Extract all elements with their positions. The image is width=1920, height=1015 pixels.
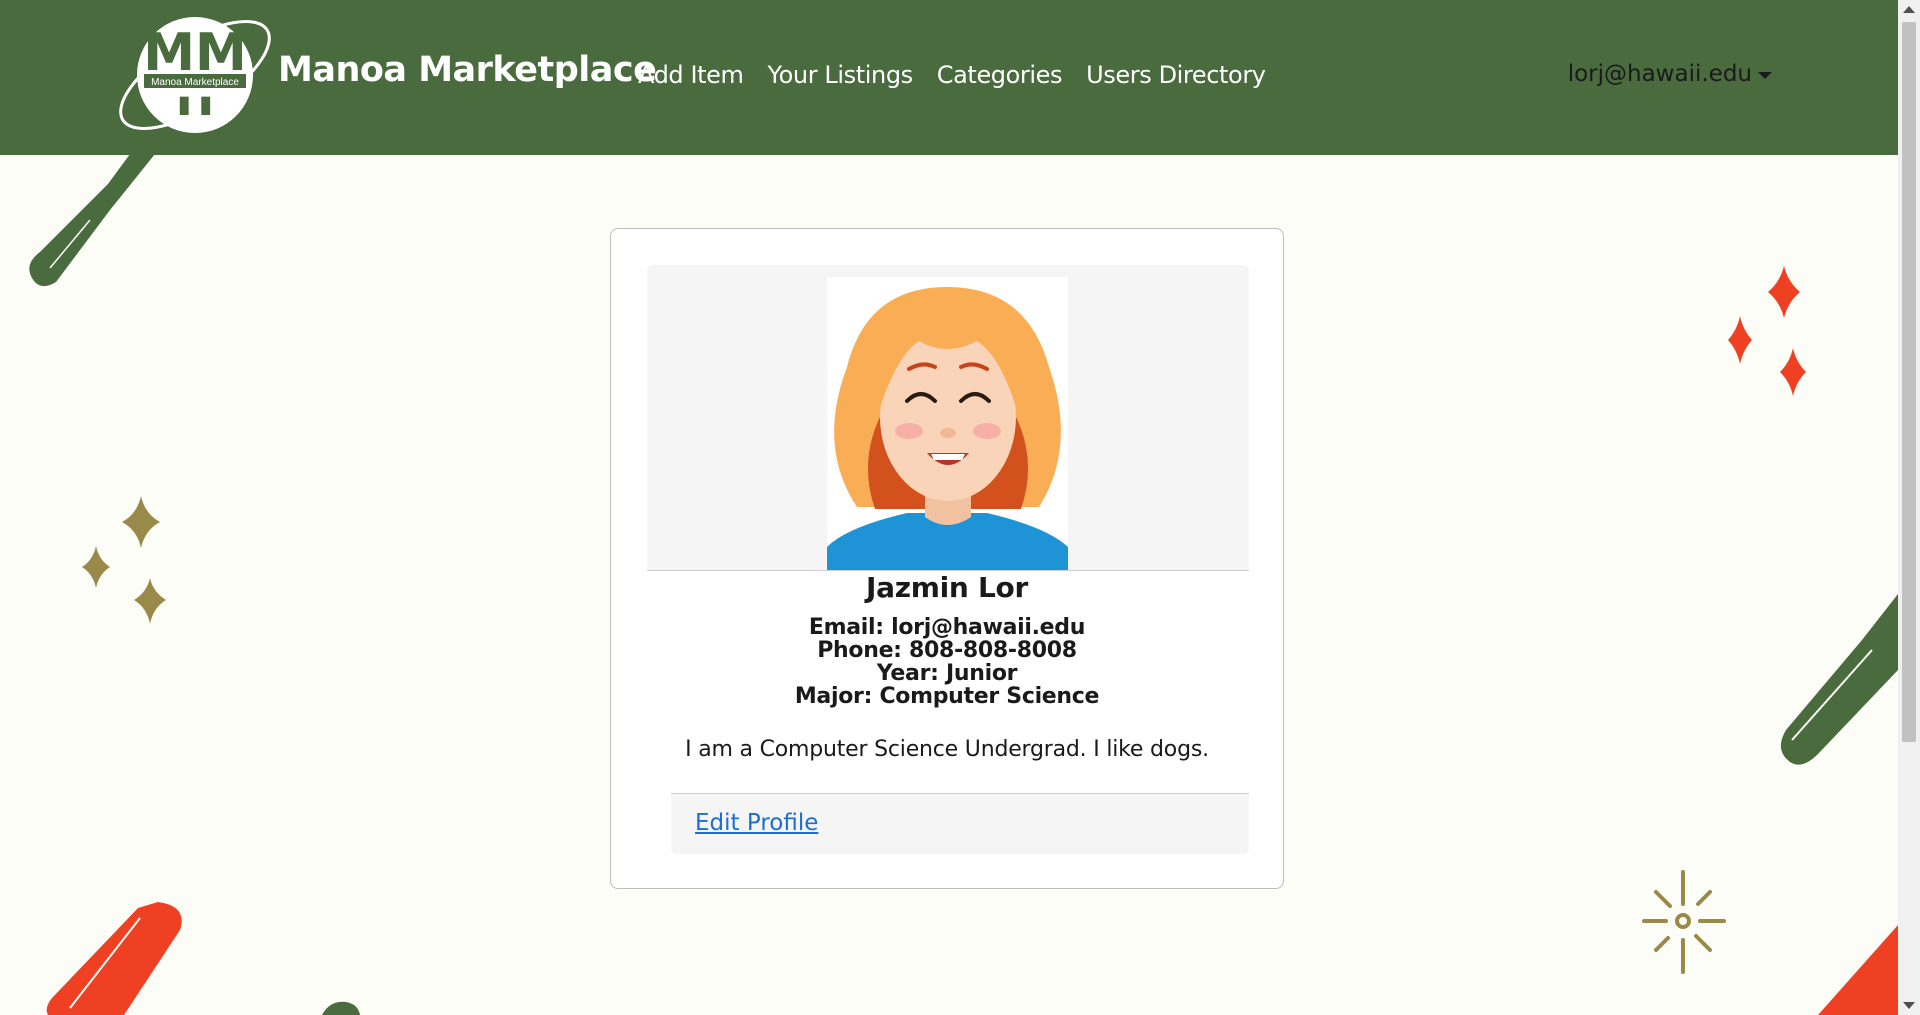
scroll-down-arrow-icon[interactable] [1903, 1002, 1915, 1009]
profile-name: Jazmin Lor [866, 571, 1028, 604]
brush-stroke-green-decoration [29, 154, 155, 287]
nav-categories[interactable]: Categories [937, 61, 1063, 89]
scrollbar-thumb[interactable] [1902, 22, 1916, 742]
scroll-up-arrow-icon[interactable] [1903, 6, 1915, 13]
profile-image-container [647, 265, 1249, 571]
user-email: lorj@hawaii.edu [1567, 61, 1752, 87]
sun-doodle-olive-decoration [1642, 870, 1726, 974]
profile-major: Major: Computer Science [794, 684, 1100, 709]
svg-text:▮ ▮: ▮ ▮ [178, 90, 213, 118]
sparkle-red-decoration [1728, 266, 1806, 396]
sparkle-olive-decoration [82, 496, 166, 624]
profile-year: Year: Junior [876, 661, 1018, 686]
card-footer: Edit Profile [671, 793, 1249, 854]
user-dropdown[interactable]: lorj@hawaii.edu [1568, 61, 1772, 87]
brush-stroke-green-bottom-decoration [322, 1001, 360, 1015]
nav-add-item[interactable]: Add Item [638, 61, 744, 89]
brush-stroke-green-right-decoration [1780, 594, 1898, 765]
profile-phone: Phone: 808-808-8008 [817, 638, 1077, 663]
edit-profile-link[interactable]: Edit Profile [695, 810, 818, 836]
manoa-marketplace-logo[interactable]: MM Manoa Marketplace ▮ ▮ [110, 14, 280, 136]
profile-bio: I am a Computer Science Undergrad. I lik… [685, 737, 1209, 762]
nav-your-listings[interactable]: Your Listings [768, 61, 914, 89]
profile-avatar [827, 277, 1068, 570]
navbar: MM Manoa Marketplace ▮ ▮ Manoa Marketpla… [0, 0, 1898, 155]
svg-text:Manoa Marketplace: Manoa Marketplace [151, 77, 239, 88]
profile-details: Email: lorj@hawaii.edu Phone: 808-808-80… [611, 616, 1283, 708]
profile-email: Email: lorj@hawaii.edu [808, 615, 1086, 640]
caret-down-icon [1758, 71, 1772, 79]
brush-stroke-red-corner-decoration [1818, 925, 1898, 1015]
vertical-scrollbar[interactable] [1898, 0, 1920, 1015]
nav-links: Add Item Your Listings Categories Users … [638, 61, 1266, 89]
brand-title[interactable]: Manoa Marketplace [278, 50, 657, 90]
profile-card: Jazmin Lor Email: lorj@hawaii.edu Phone:… [610, 228, 1284, 889]
nav-users-directory[interactable]: Users Directory [1086, 61, 1266, 89]
brush-stroke-red-decoration [46, 902, 182, 1015]
